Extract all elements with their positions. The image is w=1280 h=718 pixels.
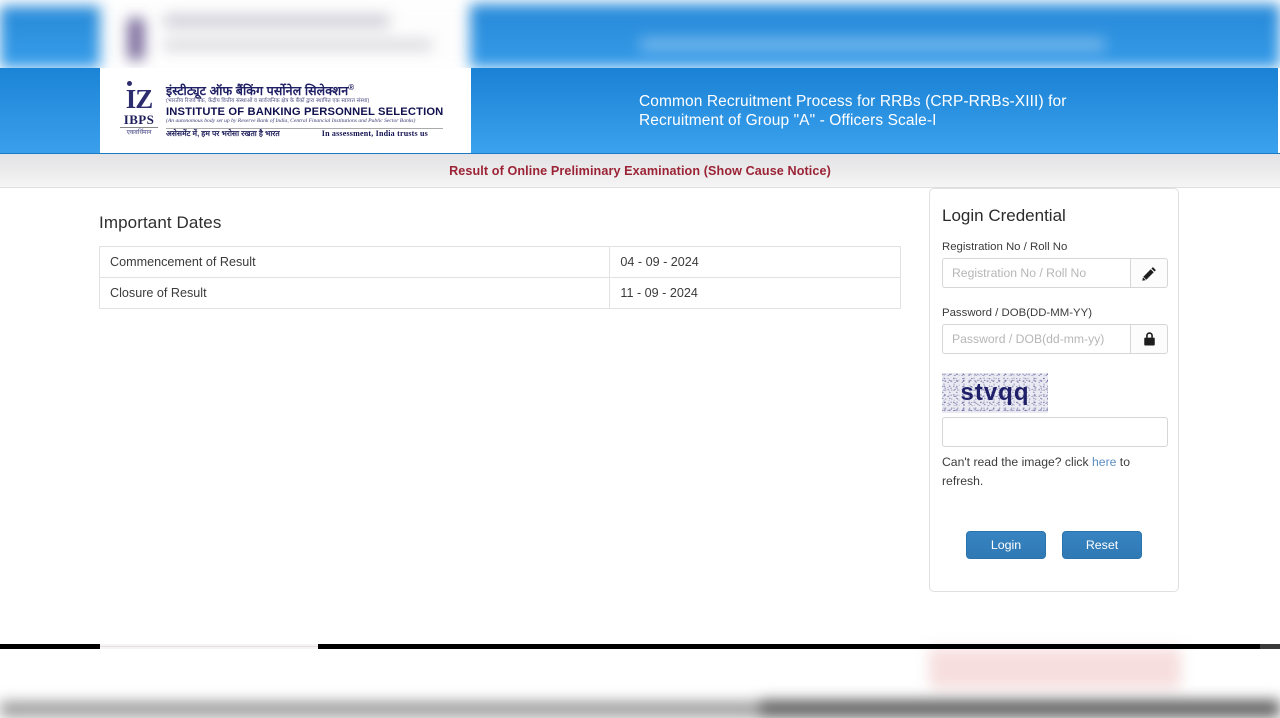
captcha-refresh-link[interactable]: here — [1092, 455, 1116, 469]
login-panel-title: Login Credential — [942, 206, 1066, 225]
ghost-banner-title — [640, 38, 1105, 51]
captcha-text: stvqq — [960, 379, 1030, 406]
important-dates-table: Commencement of Result 04 - 09 - 2024 Cl… — [98, 246, 901, 309]
ghost-text-line-2 — [164, 40, 432, 50]
banner-title: Common Recruitment Process for RRBs (CRP… — [639, 92, 1067, 129]
ghost-dark-band-right — [760, 700, 1280, 718]
ibps-monogram-glyph: IZ — [120, 80, 158, 113]
page-content: IZ IBPS एकवर्धिमान इंस्टीट्यूट ऑफ बैंकिं… — [0, 68, 1280, 646]
password-input[interactable] — [942, 324, 1130, 354]
ghost-disclaimer-panel — [930, 648, 1180, 688]
captcha-refresh-prefix: Can't read the image? click — [942, 455, 1093, 469]
blurred-footer-ghost — [0, 648, 1280, 718]
blurred-header-ghost — [0, 0, 1280, 68]
table-row: Commencement of Result 04 - 09 - 2024 — [98, 246, 901, 278]
table-row: Closure of Result 11 - 09 - 2024 — [98, 277, 901, 309]
login-actions: Login Reset — [942, 531, 1166, 559]
main-content: Important Dates Commencement of Result 0… — [0, 188, 1280, 646]
logo-hindi-title-text: इंस्टीट्यूट ऑफ बैंकिंग पर्सोनेल सिलेक्शन — [166, 84, 349, 99]
header-blue-left — [0, 68, 101, 154]
pencil-icon[interactable] — [1130, 258, 1168, 288]
table-cell-label: Commencement of Result — [98, 246, 611, 278]
registration-label: Registration No / Roll No — [942, 241, 1068, 253]
table-cell-value: 11 - 09 - 2024 — [609, 277, 901, 309]
password-field-row — [942, 324, 1168, 354]
logo-tagline-english: In assessment, India trusts us — [321, 128, 428, 138]
important-dates-section: Important Dates Commencement of Result 0… — [98, 213, 901, 309]
logo-hindi-title: इंस्टीट्यूट ऑफ बैंकिंग पर्सोनेल सिलेक्शन… — [166, 84, 443, 98]
important-dates-table-body: Commencement of Result 04 - 09 - 2024 Cl… — [98, 246, 901, 309]
login-panel: Login Credential Registration No / Roll … — [929, 188, 1179, 592]
notice-text: Result of Online Preliminary Examination… — [449, 163, 831, 178]
registered-mark-icon: ® — [348, 83, 355, 93]
ibps-logo-panel: IZ IBPS एकवर्धिमान इंस्टीट्यूट ऑफ बैंकिं… — [100, 68, 470, 154]
logo-tagline-hindi: असेसमेंट में, हम पर भरोसा रखता है भारत — [166, 128, 280, 138]
page-title: Important Dates — [99, 213, 222, 232]
lock-icon[interactable] — [1130, 324, 1168, 354]
registration-input[interactable] — [942, 258, 1130, 288]
header-banner: Common Recruitment Process for RRBs (CRP… — [471, 68, 1278, 153]
ghost-logo-mark — [128, 18, 144, 60]
table-cell-label: Closure of Result — [98, 277, 611, 309]
ghost-blue-right — [470, 4, 1280, 68]
logo-english-title: INSTITUTE OF BANKING PERSONNEL SELECTION — [166, 105, 444, 118]
logo-hindi-subtitle: (भारतीय रिजर्व बैंक, केंद्रीय वित्तीय सं… — [166, 98, 370, 105]
reset-button[interactable]: Reset — [1062, 531, 1142, 559]
ibps-acronym: IBPS — [123, 111, 155, 127]
captcha-image: stvqq — [942, 373, 1048, 413]
scroll-seam-right-fade — [1260, 644, 1280, 649]
notice-bar: Result of Online Preliminary Examination… — [0, 154, 1280, 188]
password-label: Password / DOB(DD-MM-YY) — [942, 307, 1092, 319]
login-button[interactable]: Login — [966, 531, 1046, 559]
ibps-acronym-sub: एकवर्धिमान — [120, 126, 158, 137]
logo-english-subtitle: (An autonomous body set up by Reserve Ba… — [166, 117, 416, 124]
browser-viewport: IZ IBPS एकवर्धिमान इंस्टीट्यूट ऑफ बैंकिं… — [0, 0, 1280, 718]
captcha-refresh-note: Can't read the image? click here to refr… — [942, 453, 1157, 491]
ghost-blue-left — [0, 6, 105, 68]
captcha-input[interactable] — [942, 417, 1168, 447]
ibps-monogram-icon: IZ IBPS एकवर्धिमान — [120, 80, 158, 137]
registration-field-row — [942, 258, 1168, 288]
ghost-text-line-1 — [164, 14, 389, 28]
ghost-logo-panel — [100, 2, 475, 68]
site-header: IZ IBPS एकवर्धिमान इंस्टीट्यूट ऑफ बैंकिं… — [0, 68, 1280, 154]
table-cell-value: 04 - 09 - 2024 — [609, 246, 901, 278]
scroll-seam-gap-line — [100, 646, 318, 647]
